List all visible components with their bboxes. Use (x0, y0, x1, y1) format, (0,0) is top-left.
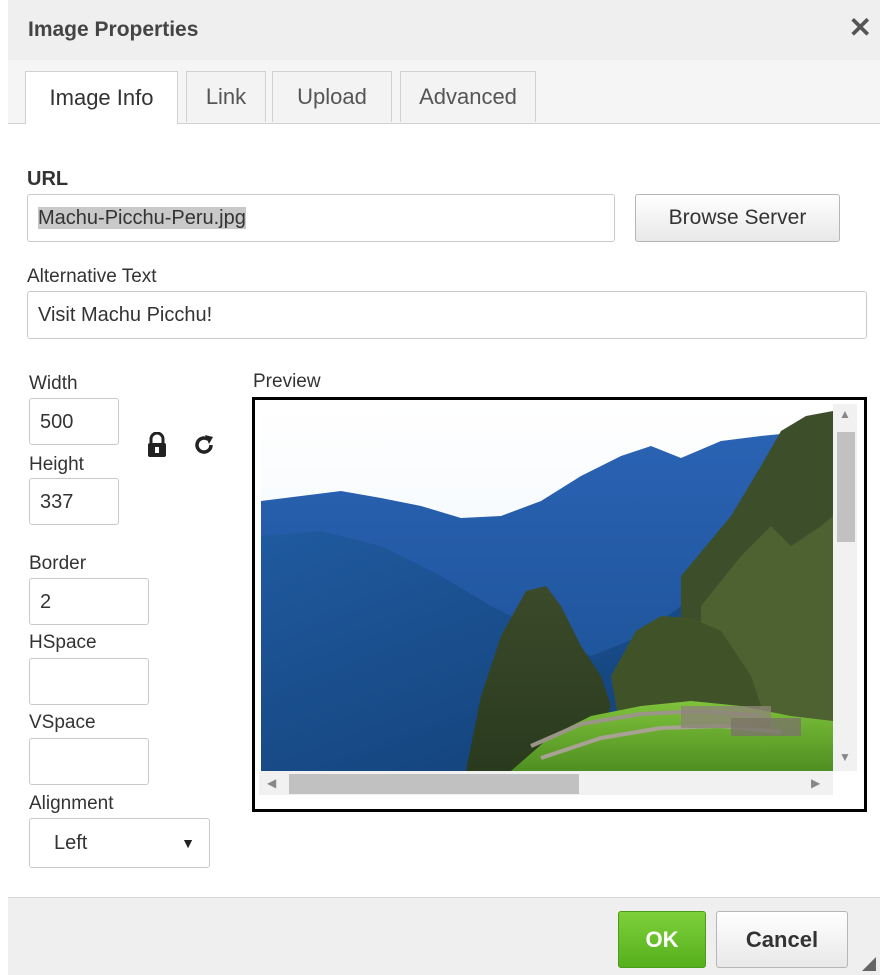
vspace-input[interactable] (29, 738, 149, 785)
url-input[interactable]: Machu-Picchu-Peru.jpg (27, 194, 615, 242)
browse-server-button[interactable]: Browse Server (635, 194, 840, 242)
border-label: Border (29, 553, 87, 574)
scroll-up-icon[interactable]: ▲ (839, 408, 851, 420)
hspace-input[interactable] (29, 658, 149, 705)
preview-label: Preview (253, 371, 321, 392)
dialog-titlebar: Image Properties ✕ (8, 0, 880, 61)
cancel-button[interactable]: Cancel (716, 911, 848, 968)
dialog-title: Image Properties (28, 18, 199, 41)
tab-bar: Image Info Link Upload Advanced (8, 60, 880, 124)
vertical-scroll-thumb[interactable] (837, 432, 855, 542)
dropdown-arrow-icon: ▼ (181, 835, 195, 851)
hspace-label: HSpace (29, 632, 97, 653)
alt-text-label: Alternative Text (27, 266, 157, 287)
alignment-label: Alignment (29, 793, 114, 814)
border-input[interactable]: 2 (29, 578, 149, 625)
horizontal-scroll-thumb[interactable] (289, 774, 579, 794)
preview-pane: ▲ ▼ ◀ ▶ (252, 397, 867, 812)
height-input[interactable]: 337 (29, 478, 119, 525)
alt-text-input[interactable]: Visit Machu Picchu! (27, 291, 867, 339)
width-label: Width (29, 373, 78, 394)
resize-handle-icon[interactable] (862, 957, 876, 971)
tab-image-info[interactable]: Image Info (25, 71, 178, 124)
lock-icon[interactable] (146, 431, 168, 463)
preview-vertical-scrollbar[interactable]: ▲ ▼ (833, 404, 857, 771)
height-label: Height (29, 454, 84, 475)
reset-size-icon[interactable] (191, 432, 217, 463)
width-input[interactable]: 500 (29, 398, 119, 445)
url-value: Machu-Picchu-Peru.jpg (38, 207, 246, 229)
alignment-value: Left (54, 832, 88, 854)
ok-button[interactable]: OK (618, 911, 706, 968)
tab-upload[interactable]: Upload (272, 71, 392, 122)
vspace-label: VSpace (29, 712, 96, 733)
scroll-down-icon[interactable]: ▼ (839, 751, 851, 763)
scroll-left-icon[interactable]: ◀ (267, 777, 276, 789)
tab-advanced[interactable]: Advanced (400, 71, 536, 122)
preview-image (261, 406, 833, 771)
preview-horizontal-scrollbar[interactable]: ◀ ▶ (259, 771, 833, 795)
close-icon[interactable]: ✕ (849, 14, 872, 42)
alignment-select[interactable]: Left ▼ (29, 818, 210, 868)
url-label: URL (27, 168, 69, 190)
tab-link[interactable]: Link (186, 71, 266, 122)
scroll-right-icon[interactable]: ▶ (811, 777, 820, 789)
